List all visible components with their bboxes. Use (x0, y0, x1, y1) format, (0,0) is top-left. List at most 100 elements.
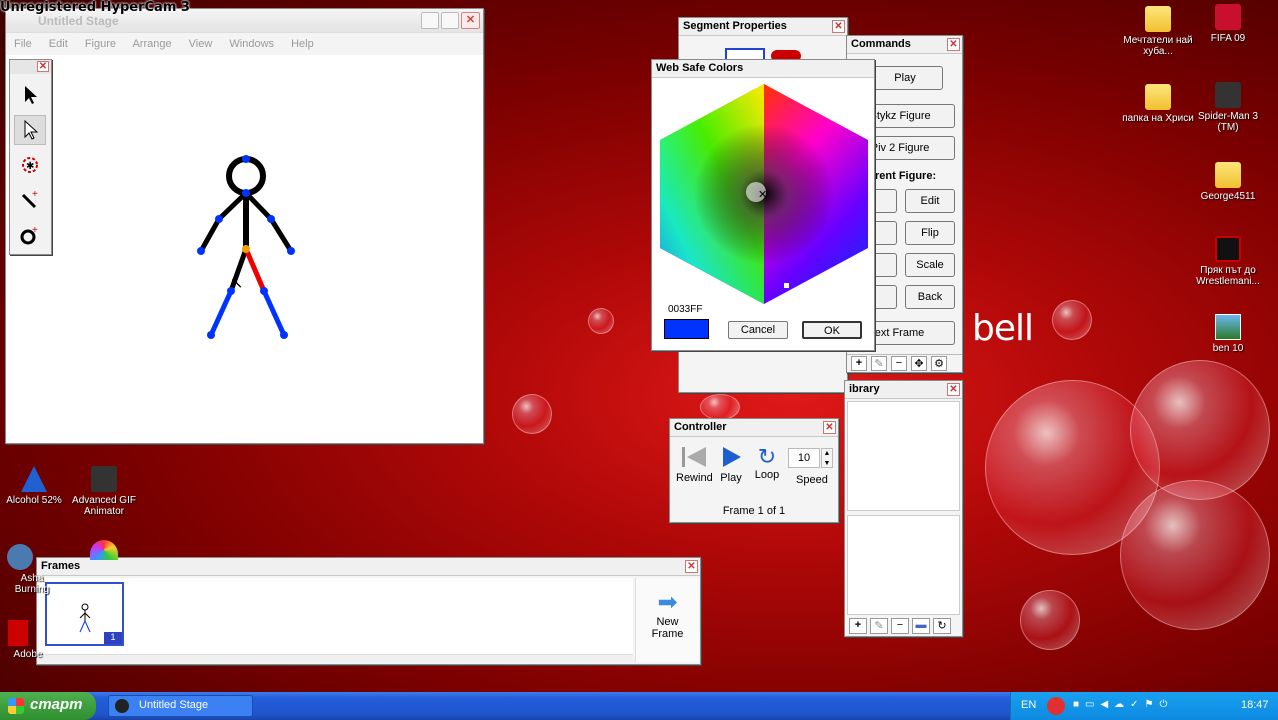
edit-button[interactable]: Edit (905, 189, 955, 213)
language-indicator[interactable]: EN (1021, 699, 1036, 711)
close-icon[interactable]: ✕ (823, 421, 836, 434)
minimize-button[interactable] (421, 12, 439, 29)
pencil-icon[interactable]: ✎ (871, 356, 887, 371)
select-tool-icon[interactable] (14, 115, 46, 145)
rewind-button[interactable]: Rewind (676, 445, 713, 484)
close-icon[interactable]: ✕ (37, 61, 49, 72)
close-icon[interactable]: ✕ (947, 383, 960, 396)
minus-icon[interactable]: − (891, 356, 907, 371)
folder-icon[interactable]: ▬ (912, 618, 930, 634)
windows-logo-icon (8, 698, 24, 714)
svg-text:+: + (32, 189, 38, 200)
controller-title: Controller (674, 421, 727, 433)
pencil-icon[interactable]: ✎ (870, 618, 888, 634)
desktop-icon-partial[interactable] (90, 540, 118, 560)
system-tray: EN ■▭◀☁✓⚑⏻ 18:47 (1010, 692, 1278, 720)
speed-stepper[interactable]: ▲ ▼ (821, 448, 833, 468)
stage-menubar: File Edit Figure Arrange View Windows He… (6, 33, 483, 55)
line-tool-icon[interactable]: + (14, 184, 46, 214)
back-button[interactable]: Back (905, 285, 955, 309)
cancel-button[interactable]: Cancel (728, 321, 788, 339)
folder-icon (1145, 84, 1171, 110)
arrow-right-icon: ➡ (657, 589, 678, 616)
desktop-icon-ashampoo[interactable]: Asha Burning (0, 544, 60, 595)
new-frame-button[interactable]: ➡ New Frame (635, 578, 699, 662)
stick-figure[interactable] (191, 149, 301, 349)
bubble (1130, 360, 1270, 500)
move-icon[interactable]: ✥ (911, 356, 927, 371)
adobe-icon (8, 620, 28, 646)
speed-input[interactable]: 10 (788, 448, 820, 468)
color-hexagon-picker[interactable]: ✕ (656, 82, 872, 306)
record-pause-icon[interactable] (1047, 697, 1065, 715)
tools-palette: ✕ ✱ + + (9, 59, 52, 255)
joint-tool-icon[interactable]: ✱ (14, 150, 46, 180)
add-icon[interactable]: + (849, 618, 867, 634)
frame-info: Frame 1 of 1 (722, 505, 786, 517)
rewind-label: Rewind (676, 472, 713, 484)
bubble (1120, 480, 1270, 630)
library-title: ibrary (849, 383, 880, 395)
add-icon[interactable]: + (851, 356, 867, 371)
start-button[interactable]: старт (0, 692, 96, 720)
menu-figure[interactable]: Figure (85, 38, 116, 50)
controller-window: Controller ✕ Rewind Play ↻ Loop 10 ▲ ▼ Spe… (669, 418, 839, 523)
menu-windows[interactable]: Windows (229, 38, 274, 50)
close-icon[interactable]: ✕ (947, 38, 960, 51)
flip-button[interactable]: Flip (905, 221, 955, 245)
rewind-icon (682, 447, 706, 467)
hex-value-label: 0033FF (668, 304, 703, 315)
loop-icon: ↻ (757, 444, 777, 469)
close-button[interactable]: ✕ (461, 12, 480, 29)
circle-tool-icon[interactable]: + (14, 220, 46, 250)
loop-button[interactable]: ↻ Loop (752, 444, 782, 482)
desktop-icon-alcohol[interactable]: Alcohol 52% (0, 466, 74, 506)
desktop-icon-wrestlemania[interactable]: Пряк път до Wrestlemani... (1188, 236, 1268, 287)
taskbar: старт Untitled Stage EN ■▭◀☁✓⚑⏻ 18:47 (0, 692, 1278, 720)
start-label: старт (30, 696, 83, 713)
play-label: Play (720, 472, 742, 484)
arrow-tool-icon[interactable] (14, 80, 46, 110)
desktop-icon-fifa[interactable]: FIFA 09 (1188, 4, 1268, 44)
frames-scrollbar[interactable] (39, 654, 633, 662)
menu-arrange[interactable]: Arrange (132, 38, 171, 50)
menu-edit[interactable]: Edit (49, 38, 68, 50)
maximize-button[interactable] (441, 12, 459, 29)
commands-title: Commands (851, 38, 911, 50)
tray-icons[interactable]: ■▭◀☁✓⚑⏻ (1073, 699, 1173, 710)
folder-icon (1145, 6, 1171, 32)
folder-icon (1215, 162, 1241, 188)
hypercam-watermark: Unregistered HyperCam 3 (0, 0, 190, 15)
close-icon[interactable]: ✕ (685, 560, 698, 573)
close-icon[interactable]: ✕ (832, 20, 845, 33)
frame-number-badge: 1 (104, 632, 122, 644)
scale-button[interactable]: Scale (905, 253, 955, 277)
ok-button[interactable]: OK (802, 321, 862, 339)
desktop-icon-mechtateli[interactable]: Мечтатели най хуба... (1118, 6, 1198, 57)
bubble (512, 394, 552, 434)
web-safe-colors-title: Web Safe Colors (656, 62, 744, 74)
taskbar-item-untitled-stage[interactable]: Untitled Stage (108, 695, 253, 717)
bubble (588, 308, 614, 334)
bubble (1020, 590, 1080, 650)
menu-help[interactable]: Help (291, 38, 314, 50)
desktop-icon-ben10[interactable]: ben 10 (1188, 314, 1268, 354)
menu-file[interactable]: File (14, 38, 32, 50)
gear-icon[interactable]: ⚙ (931, 356, 947, 371)
stage-title: Untitled Stage (38, 14, 119, 28)
film-icon (91, 466, 117, 492)
desktop-icon-gif-animator[interactable]: Advanced GIF Animator (64, 466, 144, 517)
ashampoo-icon (7, 544, 33, 570)
brand-logo: bell (972, 308, 1034, 349)
library-list[interactable] (847, 401, 960, 511)
spiderman-icon (1215, 82, 1241, 108)
desktop-icon-adobe[interactable]: Adobe (0, 620, 58, 660)
play-button[interactable]: Play (718, 445, 744, 484)
desktop-icon-spiderman[interactable]: Spider-Man 3 (TM) (1188, 82, 1268, 133)
desktop-icon-george[interactable]: George4511 (1188, 162, 1268, 202)
menu-view[interactable]: View (189, 38, 213, 50)
play-button[interactable]: Play (867, 66, 943, 90)
refresh-icon[interactable]: ↻ (933, 618, 951, 634)
minus-icon[interactable]: − (891, 618, 909, 634)
desktop-icon-papka[interactable]: папка на Хриси (1118, 84, 1198, 124)
